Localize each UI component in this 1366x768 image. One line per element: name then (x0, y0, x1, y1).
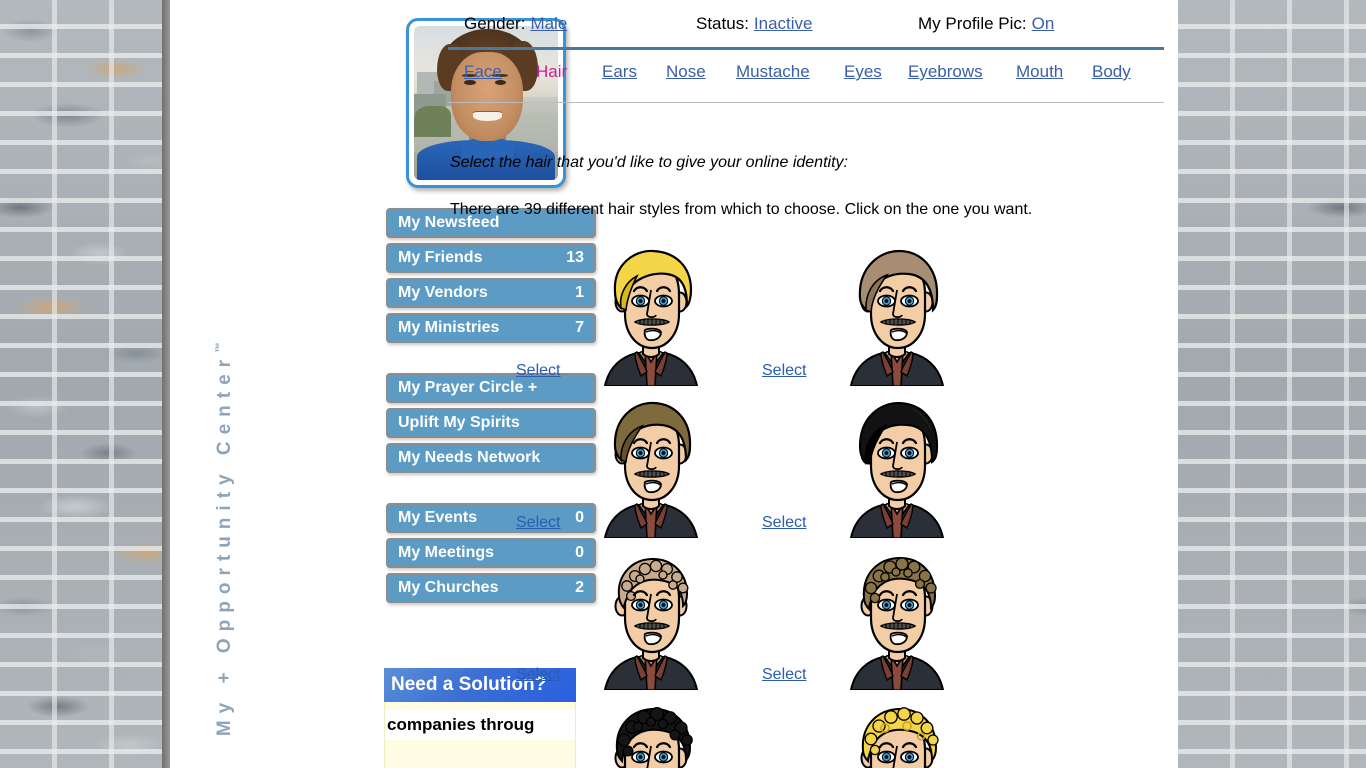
avatar-light-curly-thin-icon[interactable] (601, 550, 701, 690)
status-active: Status: Inactive (696, 14, 813, 34)
status-profile-pic: My Profile Pic: On (918, 14, 1054, 34)
avatar-taupe-bowl-cut-icon[interactable] (847, 246, 947, 386)
gender-value-link[interactable]: Male (530, 14, 567, 33)
profile-status-bar: Gender: Male Status: Inactive My Profile P… (446, 14, 1164, 42)
tab-eyes[interactable]: Eyes (844, 62, 882, 82)
select-hair-link[interactable]: Select (762, 666, 806, 684)
brand-vertical: My + Opportunity Center™ (170, 0, 235, 768)
tab-nose[interactable]: Nose (666, 62, 706, 82)
hair-options-row: Select Select (446, 392, 1170, 544)
background-stone-left (0, 0, 170, 768)
left-sidebar: My Newsfeed My Friends 13 My Vendors 1 My Min… (214, 0, 596, 768)
tab-mustache[interactable]: Mustache (736, 62, 810, 82)
header-divider-blue (448, 47, 1164, 50)
select-hair-link[interactable]: Select (516, 666, 560, 684)
avatar-olive-brown-part-icon[interactable] (601, 398, 701, 538)
hair-options-row: Select Select (446, 544, 1170, 696)
status-gender: Gender: Male (464, 14, 567, 34)
avatar-black-curly-icon[interactable] (601, 702, 701, 768)
page-instruction: There are 39 different hair styles from … (450, 201, 1033, 218)
select-hair-link[interactable]: Select (516, 362, 560, 380)
tab-hair: Hair (536, 62, 568, 81)
page-heading: Select the hair that you'd like to give … (450, 154, 848, 171)
hair-option-cell[interactable]: Select (692, 544, 1022, 696)
select-hair-link[interactable]: Select (516, 514, 560, 532)
select-hair-link[interactable]: Select (762, 514, 806, 532)
hair-options-row: SelectSelect (446, 696, 1170, 768)
tabs-divider-gray (448, 102, 1164, 103)
tab-face[interactable]: Face (464, 62, 502, 82)
hair-option-cell[interactable]: Select (692, 392, 1022, 544)
feature-tabs: Face Hair Ears Nose Mustache Eyes Eyebrows Mout… (446, 62, 1164, 94)
avatar-black-side-part-icon[interactable] (847, 398, 947, 538)
hair-option-cell[interactable]: Select (692, 696, 1022, 768)
main-content: Gender: Male Status: Inactive My Profile P… (446, 0, 1170, 768)
tab-body[interactable]: Body (1092, 62, 1131, 82)
avatar-brown-curly-icon[interactable] (847, 550, 947, 690)
page-container: My + Opportunity Center™ My Newsfeed My … (170, 0, 1178, 768)
profile-pic-value-link[interactable]: On (1032, 14, 1055, 33)
avatar-blonde-curly-icon[interactable] (847, 702, 947, 768)
select-hair-link[interactable]: Select (762, 362, 806, 380)
hair-option-cell[interactable]: Select (692, 240, 1022, 392)
gender-label: Gender: (464, 14, 526, 33)
tab-ears[interactable]: Ears (602, 62, 637, 82)
hair-options-row: Select Select (446, 240, 1170, 392)
avatar-blonde-side-part-icon[interactable] (601, 246, 701, 386)
tab-eyebrows[interactable]: Eyebrows (908, 62, 983, 82)
page-edge-left-shadow (162, 0, 170, 768)
profile-pic-label: My Profile Pic: (918, 14, 1027, 33)
background-stone-right (1178, 0, 1366, 768)
status-value-link[interactable]: Inactive (754, 14, 813, 33)
status-label: Status: (696, 14, 749, 33)
tab-mouth[interactable]: Mouth (1016, 62, 1063, 82)
hair-options-grid: Select Select Select Select Select Select Sele… (446, 240, 1170, 768)
